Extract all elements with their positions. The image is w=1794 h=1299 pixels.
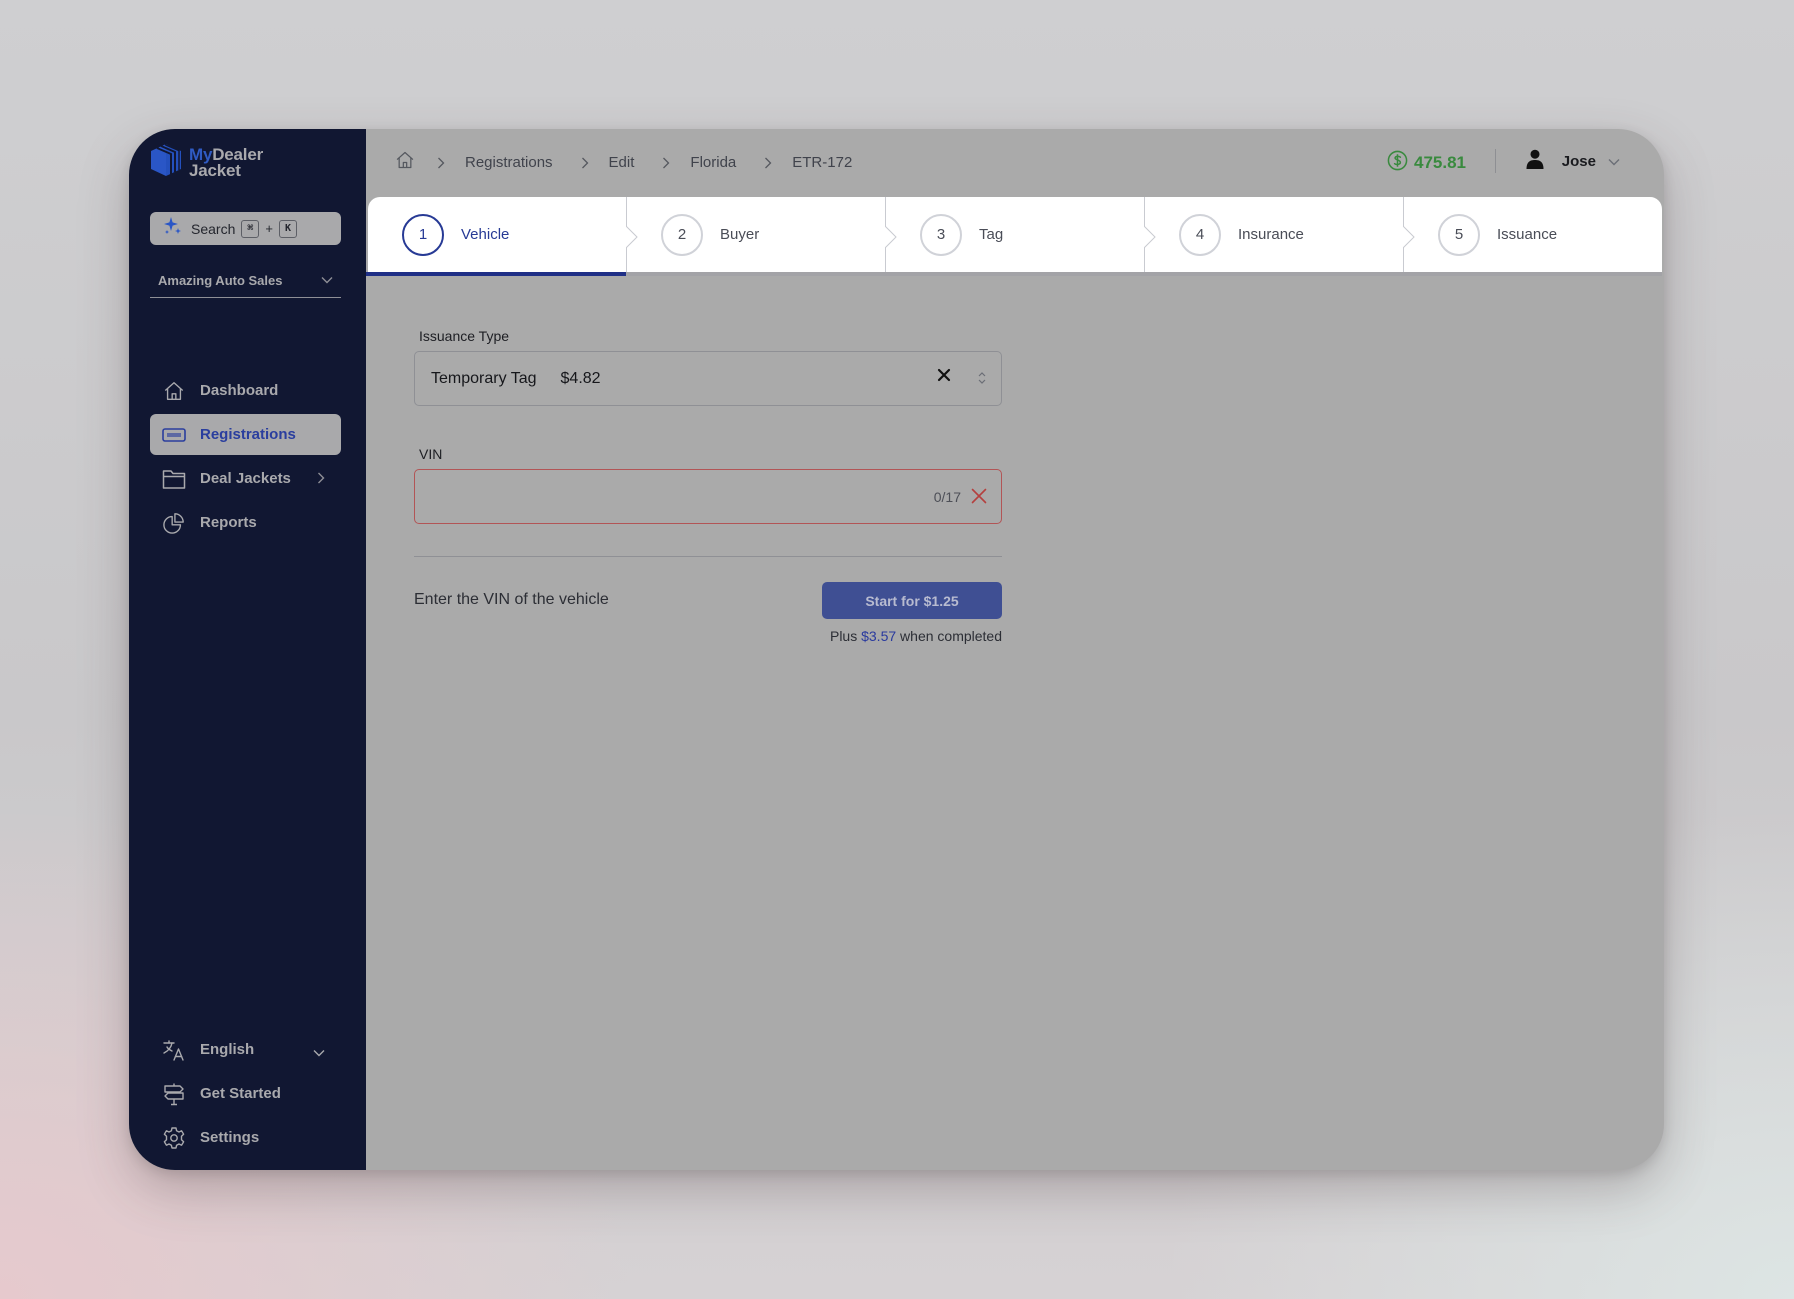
balance-value: 475.81 xyxy=(1414,153,1466,172)
sidebar-item-label: Settings xyxy=(200,1129,260,1146)
language-label: English xyxy=(200,1041,255,1058)
step-buyer[interactable]: 2 Buyer xyxy=(625,197,885,272)
pie-chart-icon xyxy=(162,511,186,535)
vin-label: VIN xyxy=(419,446,443,462)
main-content: Registrations Edit Florida ETR-172 475.8… xyxy=(366,129,1664,1170)
search-button[interactable]: Search ⌘ + K xyxy=(150,212,341,245)
step-separator-arrow xyxy=(625,225,638,253)
user-icon xyxy=(1526,149,1544,174)
selected-option: Temporary Tag xyxy=(431,369,537,387)
chevron-up-down-icon xyxy=(977,370,987,391)
header-divider xyxy=(1495,149,1496,173)
account-balance[interactable]: 475.81 xyxy=(1387,150,1466,176)
step-issuance[interactable]: 5 Issuance xyxy=(1402,197,1662,272)
top-bar: Registrations Edit Florida ETR-172 475.8… xyxy=(366,129,1664,198)
breadcrumb-current: ETR-172 xyxy=(792,154,853,171)
selected-option-price: $4.82 xyxy=(560,369,601,387)
home-icon[interactable] xyxy=(395,150,415,175)
step-number: 1 xyxy=(402,213,444,256)
step-vehicle[interactable]: 1 Vehicle xyxy=(366,197,626,276)
issuance-type-label: Issuance Type xyxy=(419,328,510,344)
shortcut-plus: + xyxy=(265,221,273,236)
chevron-down-icon xyxy=(321,271,333,289)
breadcrumb-florida[interactable]: Florida xyxy=(690,154,736,171)
language-selector[interactable]: English xyxy=(150,1029,341,1070)
user-name: Jose xyxy=(1561,153,1596,170)
breadcrumb-registrations[interactable]: Registrations xyxy=(465,154,553,171)
shortcut-modifier-key: ⌘ xyxy=(241,219,260,238)
clear-selection-icon[interactable] xyxy=(937,368,951,387)
sidebar-nav: Dashboard Registrations Deal Jackets Rep… xyxy=(150,370,341,546)
sidebar-item-get-started[interactable]: Get Started xyxy=(150,1073,341,1114)
sidebar-item-reports[interactable]: Reports xyxy=(150,502,341,543)
license-plate-icon xyxy=(162,423,186,447)
home-icon xyxy=(162,379,186,403)
step-number: 4 xyxy=(1179,213,1221,256)
chevron-right-icon xyxy=(437,157,445,169)
form-footer: Enter the VIN of the vehicle Start for $… xyxy=(414,557,1002,647)
chevron-right-icon xyxy=(317,471,325,489)
step-label: Insurance xyxy=(1238,226,1304,243)
vin-field-wrapper: 0/17 xyxy=(414,469,1002,524)
step-label: Tag xyxy=(979,226,1004,243)
sidebar: MyDealer Jacket Search ⌘ + K Amazing Aut… xyxy=(129,129,366,1170)
folder-icon xyxy=(162,467,186,491)
stacked-box-icon xyxy=(149,142,183,183)
completion-fee-amount: $3.57 xyxy=(861,628,897,644)
start-button[interactable]: Start for $1.25 xyxy=(822,582,1002,619)
chevron-right-icon xyxy=(764,157,772,169)
sparkles-icon xyxy=(163,216,183,241)
step-label: Buyer xyxy=(720,226,760,243)
app-window: MyDealer Jacket Search ⌘ + K Amazing Aut… xyxy=(129,129,1664,1170)
user-menu[interactable]: Jose xyxy=(1526,149,1620,174)
step-tag[interactable]: 3 Tag xyxy=(884,197,1144,272)
organization-name: Amazing Auto Sales xyxy=(158,272,283,288)
step-separator-arrow xyxy=(1143,225,1156,253)
chevron-right-icon xyxy=(662,157,670,169)
brand-logo[interactable]: MyDealer Jacket xyxy=(149,142,263,183)
breadcrumb: Registrations Edit Florida ETR-172 xyxy=(395,150,852,175)
language-icon xyxy=(162,1038,186,1062)
search-label: Search xyxy=(191,220,236,237)
sidebar-item-label: Registrations xyxy=(200,426,296,443)
sidebar-item-registrations[interactable]: Registrations xyxy=(150,414,341,455)
issuance-type-select[interactable]: Temporary Tag $4.82 xyxy=(414,351,1002,406)
shortcut-key: K xyxy=(278,219,297,238)
sidebar-item-label: Get Started xyxy=(200,1085,281,1102)
step-separator-arrow xyxy=(1402,225,1415,253)
sidebar-item-dashboard[interactable]: Dashboard xyxy=(150,370,341,411)
step-number: 2 xyxy=(661,213,703,256)
dollar-circle-icon xyxy=(1387,150,1408,176)
brand-name: MyDealer Jacket xyxy=(189,144,263,180)
sidebar-bottom: English Get Started Settings xyxy=(150,1029,341,1161)
sidebar-item-label: Deal Jackets xyxy=(200,470,291,487)
vehicle-form: Issuance Type Temporary Tag $4.82 VIN 0/… xyxy=(414,328,1002,647)
form-hint: Enter the VIN of the vehicle xyxy=(414,591,609,608)
completion-fee-note: Plus $3.57 when completed xyxy=(829,628,1002,644)
vin-char-counter: 0/17 xyxy=(933,489,961,505)
sidebar-item-deal-jackets[interactable]: Deal Jackets xyxy=(150,458,341,499)
organization-selector[interactable]: Amazing Auto Sales xyxy=(150,263,341,298)
chevron-down-icon xyxy=(313,1044,325,1062)
chevron-down-icon xyxy=(1608,153,1620,171)
sidebar-item-settings[interactable]: Settings xyxy=(150,1117,341,1158)
chevron-right-icon xyxy=(581,157,589,169)
step-progress: 1 Vehicle 2 Buyer 3 Tag 4 Insurance 5 Is… xyxy=(366,197,1662,276)
step-label: Issuance xyxy=(1497,226,1558,243)
step-number: 5 xyxy=(1438,213,1480,256)
error-x-icon[interactable] xyxy=(971,488,987,509)
step-label: Vehicle xyxy=(461,226,510,243)
sidebar-item-label: Reports xyxy=(200,514,257,531)
vin-input[interactable] xyxy=(415,470,1001,523)
step-insurance[interactable]: 4 Insurance xyxy=(1143,197,1403,272)
step-separator-arrow xyxy=(884,225,897,253)
gear-icon xyxy=(162,1126,186,1150)
breadcrumb-edit[interactable]: Edit xyxy=(609,154,635,171)
signpost-icon xyxy=(162,1082,186,1106)
step-number: 3 xyxy=(920,213,962,256)
sidebar-item-label: Dashboard xyxy=(200,382,279,399)
